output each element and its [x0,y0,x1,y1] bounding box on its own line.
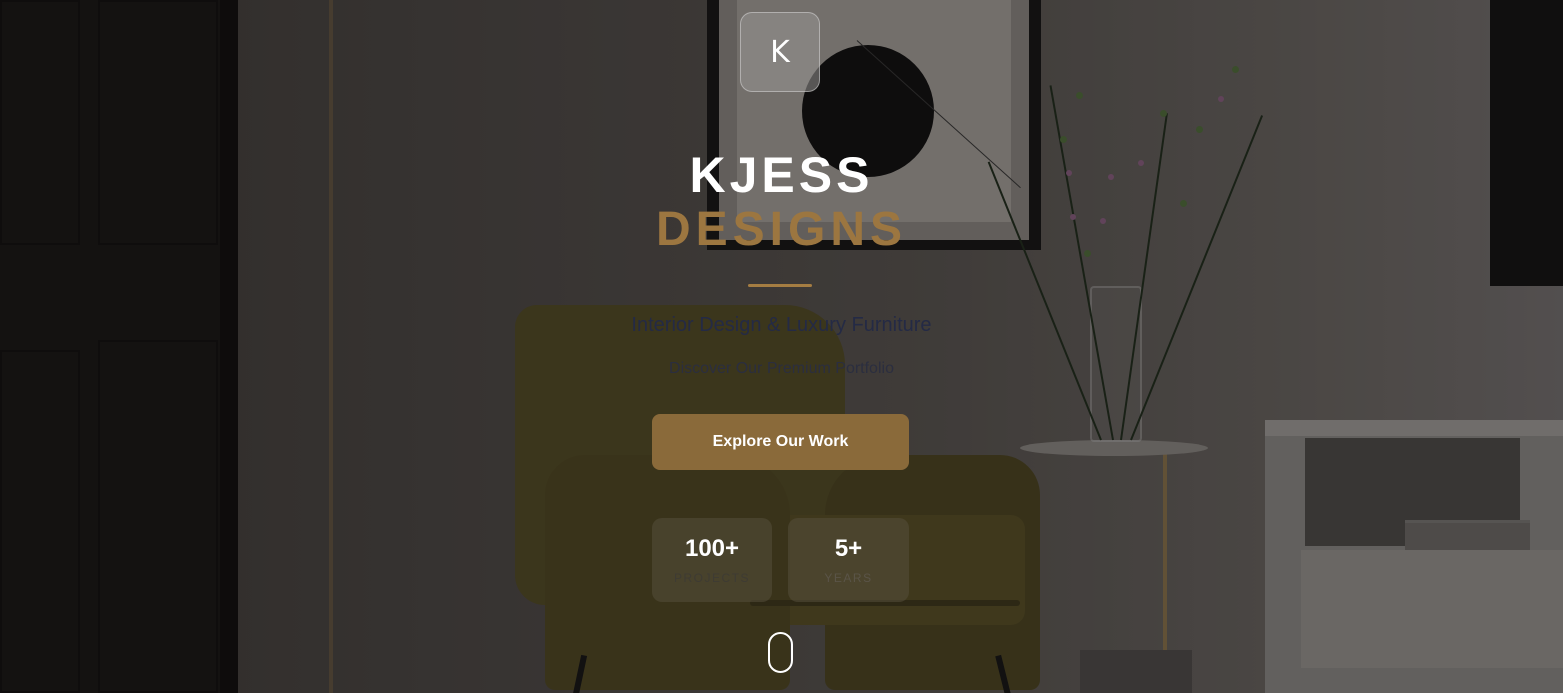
background-dim-overlay [0,0,1563,693]
brand-title-line1: KJESS [689,147,874,203]
stat-value: 100+ [684,535,740,562]
mouse-scroll-icon[interactable] [768,632,793,673]
title-divider [748,284,812,287]
stat-value: 5+ [834,535,863,562]
hero-tagline: Interior Design & Luxury Furniture [631,314,932,336]
stat-card-years: 5+ YEARS [788,518,909,602]
hero-subtitle: Discover Our Premium Portfolio [669,360,894,377]
stat-card-projects: 100+ PROJECTS [652,518,772,602]
hero-background [0,0,1563,693]
k-monogram-icon: K [770,34,790,70]
logo-badge[interactable]: K [740,12,820,92]
brand-title-line2: DESIGNS [655,203,908,256]
explore-work-button[interactable]: Explore Our Work [652,414,909,470]
stat-label: PROJECTS [673,571,750,585]
stat-label: YEARS [824,571,873,585]
